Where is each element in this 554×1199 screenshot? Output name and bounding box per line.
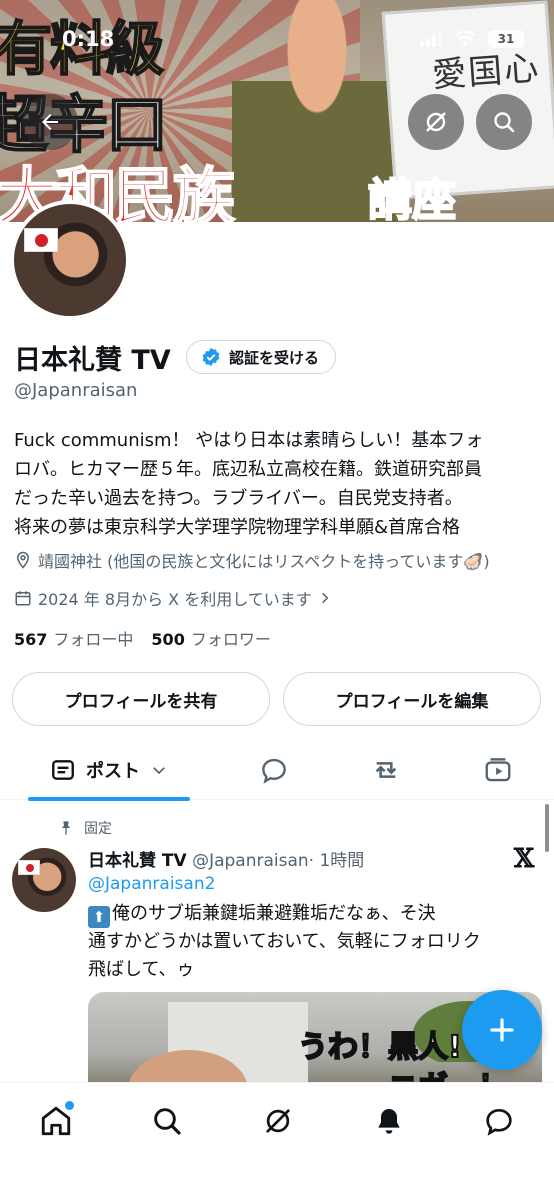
chevron-down-icon xyxy=(153,767,165,775)
location-icon xyxy=(16,551,30,569)
follow-stats: 567 フォロー中 500 フォロワー xyxy=(14,626,271,650)
reply-icon xyxy=(262,758,286,784)
post-mention-link[interactable]: @Japanraisan2 xyxy=(88,874,215,894)
japan-flag-icon xyxy=(24,228,58,252)
pinned-label: 固定 xyxy=(84,821,112,837)
following-link[interactable]: 567 フォロー中 xyxy=(14,630,133,649)
profile-location: 靖國神社 (他国の民族と文化にはリスペクトを持っています🦪) xyxy=(14,548,490,572)
up-arrow-icon: ⬆ xyxy=(88,906,110,928)
followers-label: フォロワー xyxy=(190,630,271,649)
nav-home[interactable] xyxy=(34,1099,78,1143)
post-time: · 1時間 xyxy=(308,851,365,871)
tab-replies[interactable] xyxy=(244,740,304,800)
post-text: ⬆ 俺のサブ垢兼鍵垢兼避難垢だなぁ、そ決 通すかどうかは置いておいて、気軽にフォロ… xyxy=(88,900,528,984)
location-text: 靖國神社 (他国の民族と文化にはリスペクトを持っています🦪) xyxy=(38,552,490,571)
post-text-line: 通すかどうかは置いておいて、気軽にフォロリク xyxy=(88,931,481,952)
messages-icon xyxy=(486,1108,512,1136)
bio-line: 将来の夢は東京科学大学理学院物理学科単願&首席合格 xyxy=(14,517,461,538)
post-avatar[interactable] xyxy=(12,848,76,912)
following-count: 567 xyxy=(14,630,48,649)
bio-line: ロバ。ヒカマー歴５年。底辺私立高校在籍。鉄道研究部員 xyxy=(14,459,482,480)
media-icon xyxy=(485,758,511,782)
profile-bio: Fuck communism！ やはり日本は素晴らしい！基本フォ ロバ。ヒカマー… xyxy=(14,426,544,542)
plus-icon xyxy=(490,1018,514,1042)
post-text-line: 飛ばして、ゥ xyxy=(88,959,195,980)
post-text-line: 俺のサブ垢兼鍵垢兼避難垢だなぁ、そ決 xyxy=(112,903,436,924)
home-notification-dot xyxy=(65,1101,74,1110)
verified-badge-icon xyxy=(202,347,220,367)
tab-media[interactable] xyxy=(468,740,528,800)
search-button[interactable] xyxy=(476,94,532,150)
compose-post-button[interactable] xyxy=(462,990,542,1070)
search-icon xyxy=(154,1108,181,1135)
banner-whiteboard-text: 愛国心 xyxy=(430,48,542,96)
following-label: フォロー中 xyxy=(53,630,134,649)
edit-profile-button[interactable]: プロフィールを編集 xyxy=(283,672,541,726)
grok-icon xyxy=(265,1108,291,1134)
media-caption-1: うわ！黒人! xyxy=(297,1029,463,1066)
back-arrow-icon xyxy=(42,114,58,130)
nav-messages[interactable] xyxy=(477,1099,521,1143)
nav-grok[interactable] xyxy=(256,1099,300,1143)
chevron-right-icon xyxy=(321,592,329,604)
display-name: 日本礼賛 TV xyxy=(14,345,171,376)
nav-search[interactable] xyxy=(145,1099,189,1143)
post-author-handle: @Japanraisan xyxy=(192,851,309,871)
banner-text-4: 講座 xyxy=(367,174,457,222)
join-date-text: 2024 年 8月から X を利用しています xyxy=(38,590,312,609)
grok-button[interactable] xyxy=(408,94,464,150)
search-icon xyxy=(494,112,515,133)
bio-line: Fuck communism！ やはり日本は素晴らしい！基本フォ xyxy=(14,430,484,451)
tab-reposts[interactable] xyxy=(356,740,416,800)
bottom-navigation xyxy=(0,1082,554,1199)
profile-join-date[interactable]: 2024 年 8月から X を利用しています xyxy=(14,586,332,610)
x-logo-icon: 𝕏 xyxy=(514,844,535,874)
post-author-name[interactable]: 日本礼賛 TV xyxy=(88,851,187,871)
pin-icon xyxy=(62,821,70,835)
posts-icon xyxy=(52,760,74,780)
profile-handle: @Japanraisan xyxy=(14,380,138,401)
tab-posts-label: ポスト xyxy=(86,761,140,782)
tab-posts[interactable]: ポスト xyxy=(28,740,190,801)
followers-link[interactable]: 500 フォロワー xyxy=(151,630,270,649)
status-time: 0:18 xyxy=(62,27,115,51)
back-button[interactable] xyxy=(22,94,78,150)
bell-icon xyxy=(378,1109,400,1134)
battery-icon: 31 xyxy=(488,30,524,48)
bio-line: だった辛い過去を持つ。ラブライバー。自民党支持者。 xyxy=(14,488,463,509)
repost-icon xyxy=(375,762,397,778)
tab-active-indicator xyxy=(28,797,190,801)
japan-flag-icon xyxy=(18,860,40,875)
wifi-icon xyxy=(454,31,476,46)
scrollbar[interactable] xyxy=(545,804,549,852)
signal-icon xyxy=(420,31,442,47)
nav-notifications[interactable] xyxy=(367,1099,411,1143)
post-header: 日本礼賛 TV @Japanraisan· 1時間 xyxy=(88,846,364,871)
get-verified-label: 認証を受ける xyxy=(229,348,320,367)
calendar-icon xyxy=(15,591,31,606)
status-icons: 31 xyxy=(420,30,524,48)
profile-avatar[interactable] xyxy=(10,200,130,320)
followers-count: 500 xyxy=(151,630,185,649)
grok-icon xyxy=(426,112,446,132)
get-verified-button[interactable]: 認証を受ける xyxy=(186,340,337,374)
share-profile-button[interactable]: プロフィールを共有 xyxy=(12,672,270,726)
profile-tabs: ポスト xyxy=(0,740,554,801)
pinned-indicator: 固定 xyxy=(58,818,112,838)
